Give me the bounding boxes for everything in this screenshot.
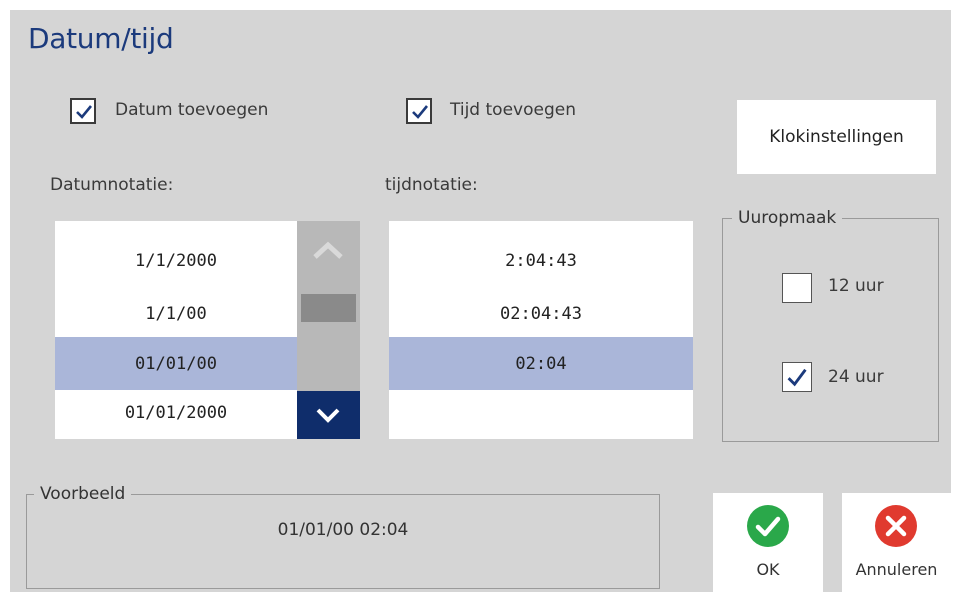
- cancel-label: Annuleren: [855, 560, 938, 579]
- hour-format-title: Uuropmaak: [732, 208, 843, 228]
- chevron-down-icon: [316, 408, 340, 423]
- scroll-down-button[interactable]: [297, 391, 360, 439]
- preview-value: 01/01/00 02:04: [277, 520, 409, 540]
- ok-button[interactable]: OK: [713, 493, 823, 592]
- clock-settings-button[interactable]: Klokinstellingen: [737, 100, 936, 174]
- dialog-title: Datum/tijd: [28, 22, 174, 55]
- date-format-item[interactable]: 01/01/2000: [55, 390, 297, 436]
- date-format-item[interactable]: 1/1/00: [55, 287, 297, 340]
- date-format-scrollbar[interactable]: [297, 221, 360, 439]
- date-format-list: 1/1/2000 1/1/00 01/01/00 01/01/2000: [55, 221, 297, 439]
- date-format-item-selected[interactable]: 01/01/00: [55, 337, 297, 390]
- add-time-checkbox[interactable]: [406, 98, 432, 124]
- cancel-button[interactable]: Annuleren: [842, 493, 951, 592]
- time-format-item[interactable]: 02:04:43: [389, 287, 693, 340]
- add-date-label: Datum toevoegen: [115, 100, 269, 120]
- checkmark-circle-icon: [747, 505, 789, 547]
- date-format-label: Datumnotatie:: [50, 175, 174, 195]
- add-date-checkbox[interactable]: [70, 98, 96, 124]
- hour-format-group: [722, 218, 939, 442]
- 12-hour-label: 12 uur: [828, 276, 884, 296]
- 24-hour-label: 24 uur: [828, 367, 884, 387]
- add-time-label: Tijd toevoegen: [450, 100, 576, 120]
- 12-hour-checkbox[interactable]: [782, 273, 812, 303]
- date-time-dialog: Datum/tijd Datum toevoegen Tijd toevoege…: [10, 10, 951, 592]
- checkmark-icon: [76, 105, 93, 119]
- 24-hour-checkbox[interactable]: [782, 362, 812, 392]
- clock-settings-label: Klokinstellingen: [769, 127, 904, 147]
- scroll-up-button[interactable]: [297, 221, 360, 281]
- time-format-label: tijdnotatie:: [385, 175, 478, 195]
- chevron-up-icon: [313, 241, 343, 259]
- time-format-item-selected[interactable]: 02:04: [389, 337, 693, 390]
- preview-title: Voorbeeld: [34, 484, 132, 504]
- ok-label: OK: [756, 560, 780, 579]
- checkmark-icon: [787, 368, 807, 387]
- checkmark-icon: [412, 105, 429, 119]
- time-format-item[interactable]: 2:04:43: [389, 234, 693, 287]
- preview-group: [26, 494, 660, 589]
- close-circle-icon: [875, 505, 917, 547]
- date-format-item[interactable]: 1/1/2000: [55, 234, 297, 287]
- time-format-list: 2:04:43 02:04:43 02:04: [389, 221, 693, 439]
- scroll-thumb[interactable]: [301, 294, 356, 322]
